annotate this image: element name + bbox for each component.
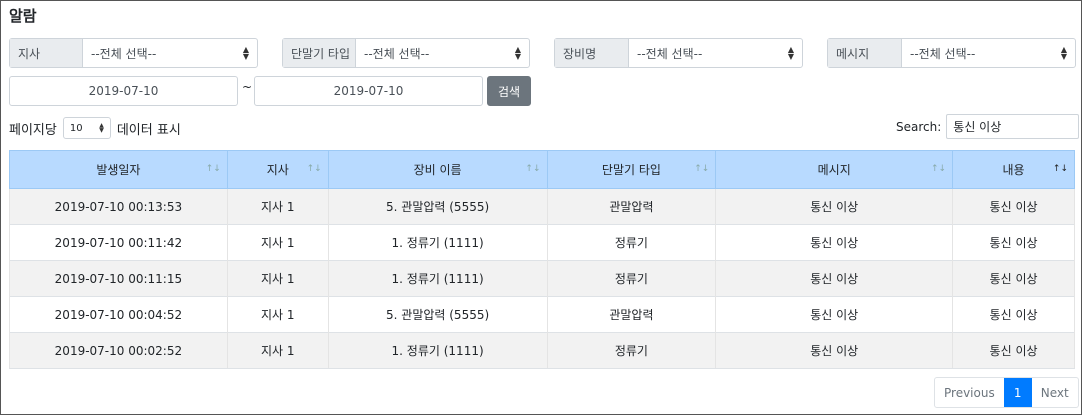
sort-icon: ↑↓ [306,164,322,174]
select-caret-icon: ▲ ▼ [242,45,249,61]
cell-date: 2019-07-10 00:02:52 [9,332,228,369]
sort-desc-icon: ↑↓ [1052,164,1068,174]
filter-device-type[interactable]: 단말기 타입 --전체 선택-- ▲ ▼ [282,38,530,68]
column-header-device-type[interactable]: 단말기 타입 ↑↓ [546,150,717,189]
cell-date: 2019-07-10 00:13:53 [9,188,228,225]
cell-content: 통신 이상 [952,188,1075,225]
cell-equipment: 5. 관말압력 (5555) [327,296,548,333]
cell-device-type: 정류기 [546,224,717,261]
cell-equipment: 1. 정류기 (1111) [327,224,548,261]
sort-icon: ↑↓ [694,164,710,174]
select-caret-icon: ▲ ▼ [99,122,104,134]
sort-icon: ↑↓ [525,164,541,174]
cell-message: 통신 이상 [715,296,954,333]
cell-branch: 지사 1 [226,296,329,333]
cell-message: 통신 이상 [715,224,954,261]
cell-branch: 지사 1 [226,188,329,225]
cell-message: 통신 이상 [715,332,954,369]
date-separator: ~ [242,80,253,94]
cell-date: 2019-07-10 00:11:15 [9,260,228,297]
cell-equipment: 1. 정류기 (1111) [327,260,548,297]
filter-equipment[interactable]: 장비명 --전체 선택-- ▲ ▼ [554,38,803,68]
filter-message[interactable]: 메시지 --전체 선택-- ▲ ▼ [827,38,1076,68]
table-row: 2019-07-10 00:02:52 지사 1 1. 정류기 (1111) 정… [9,332,1075,369]
pagination: Previous 1 Next [934,377,1079,408]
pagination-previous[interactable]: Previous [935,378,1004,407]
column-header-date[interactable]: 발생일자 ↑↓ [9,150,228,189]
column-header-message[interactable]: 메시지 ↑↓ [715,150,954,189]
table-row: 2019-07-10 00:11:42 지사 1 1. 정류기 (1111) 정… [9,224,1075,261]
search-button[interactable]: 검색 [487,76,531,106]
filter-label: 메시지 [828,39,902,67]
filter-branch[interactable]: 지사 --전체 선택-- ▲ ▼ [9,38,258,68]
search-label: Search: [896,119,942,134]
table-row: 2019-07-10 00:13:53 지사 1 5. 관말압력 (5555) … [9,188,1075,225]
column-header-branch[interactable]: 지사 ↑↓ [226,150,329,189]
page-length-select[interactable]: 10 ▲ ▼ [62,117,111,139]
table-search: Search: 통신 이상 [896,114,1080,139]
select-caret-icon: ▲ ▼ [1060,45,1067,61]
cell-equipment: 5. 관말압력 (5555) [327,188,548,225]
cell-date: 2019-07-10 00:11:42 [9,224,228,261]
filter-label: 장비명 [555,39,629,67]
table-header-row: 발생일자 ↑↓ 지사 ↑↓ 장비 이름 ↑↓ 단말기 타입 ↑↓ 메시지 ↑↓ 내용 ↑↓ [9,150,1075,189]
page-length-control: 페이지당 10 ▲ ▼ 데이터 표시 [9,117,181,139]
select-caret-icon: ▲ ▼ [514,45,521,61]
page-title: 알람 [9,7,37,25]
cell-content: 통신 이상 [952,224,1075,261]
table-row: 2019-07-10 00:04:52 지사 1 5. 관말압력 (5555) … [9,296,1075,333]
pagination-page-1[interactable]: 1 [1003,378,1032,407]
search-input[interactable]: 통신 이상 [946,114,1080,139]
filter-select[interactable]: --전체 선택-- ▲ ▼ [902,39,1075,67]
sort-icon: ↑↓ [205,164,221,174]
cell-equipment: 1. 정류기 (1111) [327,332,548,369]
per-page-prefix: 페이지당 [9,122,57,138]
table-row: 2019-07-10 00:11:15 지사 1 1. 정류기 (1111) 정… [9,260,1075,297]
cell-device-type: 정류기 [546,332,717,369]
filter-select[interactable]: --전체 선택-- ▲ ▼ [356,39,529,67]
column-header-equipment[interactable]: 장비 이름 ↑↓ [327,150,548,189]
cell-date: 2019-07-10 00:04:52 [9,296,228,333]
column-header-content[interactable]: 내용 ↑↓ [952,150,1075,189]
pagination-next[interactable]: Next [1032,378,1078,407]
filter-label: 단말기 타입 [283,39,356,67]
cell-device-type: 관말압력 [546,188,717,225]
per-page-suffix: 데이터 표시 [116,122,181,138]
cell-message: 통신 이상 [715,260,954,297]
cell-branch: 지사 1 [226,260,329,297]
cell-content: 통신 이상 [952,296,1075,333]
filter-select[interactable]: --전체 선택-- ▲ ▼ [629,39,802,67]
cell-branch: 지사 1 [226,224,329,261]
filter-select[interactable]: --전체 선택-- ▲ ▼ [83,39,257,67]
cell-device-type: 관말압력 [546,296,717,333]
alarm-table: 발생일자 ↑↓ 지사 ↑↓ 장비 이름 ↑↓ 단말기 타입 ↑↓ 메시지 ↑↓ 내용 ↑↓ … [9,150,1075,369]
cell-content: 통신 이상 [952,332,1075,369]
cell-message: 통신 이상 [715,188,954,225]
cell-branch: 지사 1 [226,332,329,369]
filter-label: 지사 [10,39,83,67]
cell-content: 통신 이상 [952,260,1075,297]
date-from-input[interactable]: 2019-07-10 [9,76,238,106]
sort-icon: ↑↓ [930,164,947,174]
select-caret-icon: ▲ ▼ [787,45,794,61]
cell-device-type: 정류기 [546,260,717,297]
date-to-input[interactable]: 2019-07-10 [254,76,483,106]
